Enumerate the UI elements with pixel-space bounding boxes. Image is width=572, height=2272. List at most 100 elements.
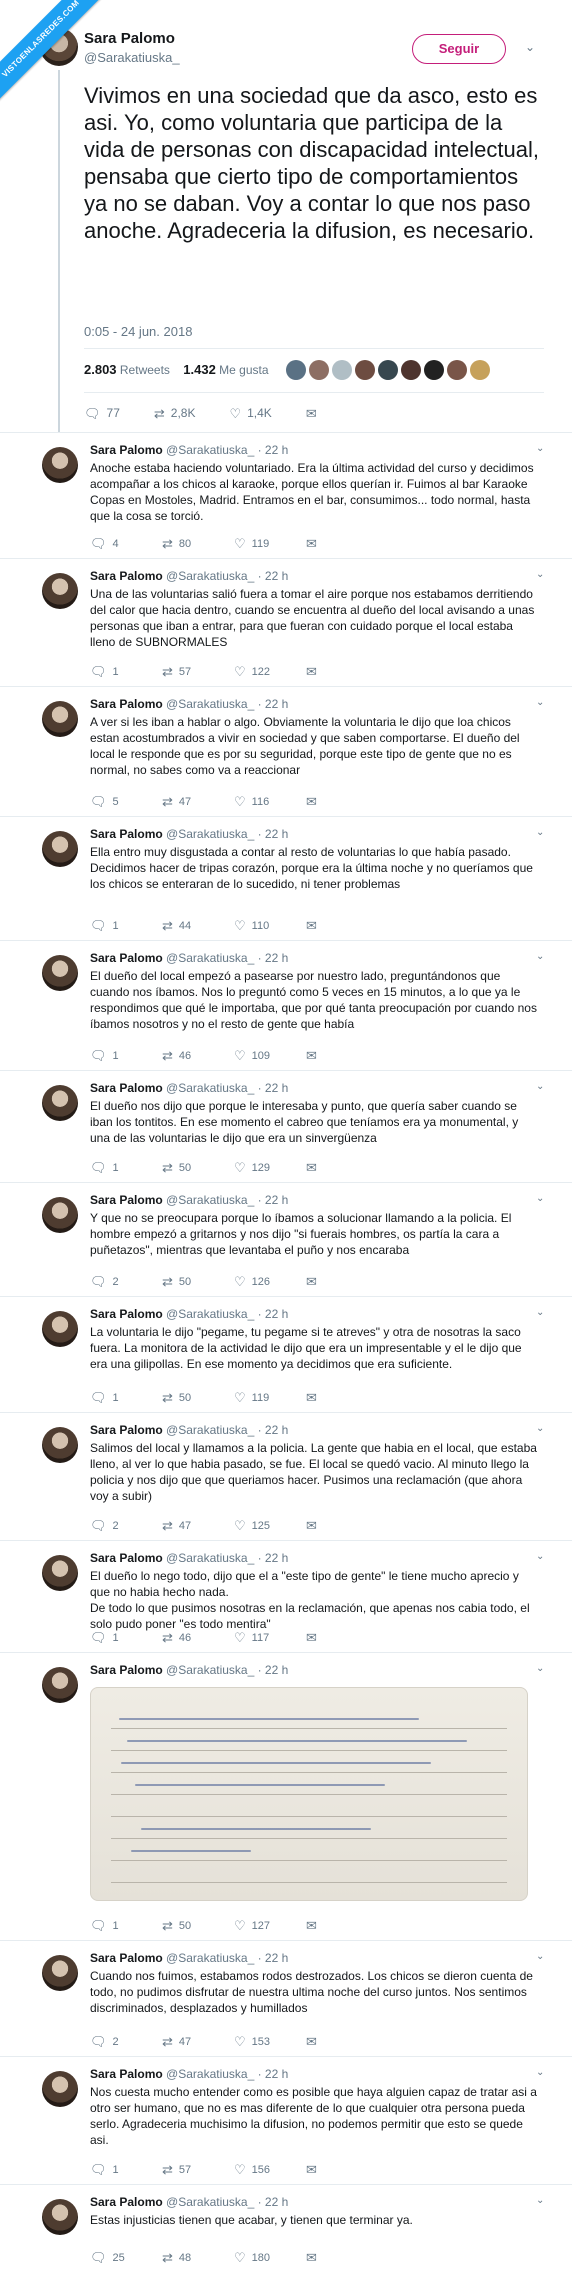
author-meta[interactable]: @Sarakatiuska_ · 22 h [166, 1551, 288, 1565]
tweet-timestamp[interactable]: 0:05 - 24 jun. 2018 [84, 324, 192, 339]
like-button[interactable]: ♡ 127 [234, 1919, 306, 1932]
author-meta[interactable]: @Sarakatiuska_ · 22 h [166, 1307, 288, 1321]
avatar[interactable] [42, 1085, 78, 1121]
author-name[interactable]: Sara Palomo [90, 1663, 163, 1677]
retweet-button[interactable]: ⇄ 47 [162, 1519, 234, 1532]
avatar[interactable] [447, 360, 467, 380]
retweet-button[interactable]: ⇄ 50 [162, 1391, 234, 1404]
author-meta[interactable]: @Sarakatiuska_ · 22 h [166, 827, 288, 841]
retweet-button[interactable]: ⇄ 47 [162, 2035, 234, 2048]
retweet-button[interactable]: ⇄ 44 [162, 919, 234, 932]
avatar[interactable] [42, 2199, 78, 2235]
retweet-button[interactable]: ⇄ 46 [162, 1049, 234, 1062]
like-button[interactable]: ♡ 129 [234, 1161, 306, 1174]
reply-tweet[interactable]: Sara Palomo @Sarakatiuska_ · 22 h ⌄ Una d… [0, 558, 572, 686]
likes-label[interactable]: Me gusta [219, 363, 268, 377]
chevron-down-icon[interactable]: ⌄ [536, 827, 544, 838]
avatar[interactable] [424, 360, 444, 380]
author-meta[interactable]: @Sarakatiuska_ · 22 h [166, 443, 288, 457]
author-name[interactable]: Sara Palomo [90, 1081, 163, 1095]
author-meta[interactable]: @Sarakatiuska_ · 22 h [166, 1193, 288, 1207]
like-button[interactable]: ♡ 117 [234, 1631, 306, 1644]
like-button[interactable]: ♡ 119 [234, 537, 306, 550]
message-button[interactable]: ✉ [306, 537, 378, 550]
message-button[interactable]: ✉ [306, 1391, 378, 1404]
message-button[interactable]: ✉ [306, 406, 317, 420]
reply-button[interactable]: 🗨 1 [90, 2163, 162, 2176]
author-meta[interactable]: @Sarakatiuska_ · 22 h [166, 1081, 288, 1095]
like-button[interactable]: ♡ 110 [234, 919, 306, 932]
message-button[interactable]: ✉ [306, 665, 378, 678]
author-name[interactable]: Sara Palomo [90, 1193, 163, 1207]
reply-tweet[interactable]: Sara Palomo @Sarakatiuska_ · 22 h ⌄ Cuand… [0, 1940, 572, 2056]
author-name[interactable]: Sara Palomo [90, 2067, 163, 2081]
chevron-down-icon[interactable]: ⌄ [536, 1951, 544, 1962]
avatar[interactable] [42, 573, 78, 609]
chevron-down-icon[interactable]: ⌄ [536, 443, 544, 454]
avatar[interactable] [42, 1427, 78, 1463]
like-button[interactable]: ♡ 125 [234, 1519, 306, 1532]
avatar[interactable] [42, 1311, 78, 1347]
chevron-down-icon[interactable]: ⌄ [536, 1551, 544, 1562]
author-name[interactable]: Sara Palomo [90, 697, 163, 711]
message-button[interactable]: ✉ [306, 1631, 378, 1644]
retweet-button[interactable]: ⇄ 47 [162, 795, 234, 808]
chevron-down-icon[interactable]: ⌄ [536, 1193, 544, 1204]
author-name[interactable]: Sara Palomo [84, 30, 175, 47]
author-name[interactable]: Sara Palomo [90, 1551, 163, 1565]
message-button[interactable]: ✉ [306, 795, 378, 808]
reply-tweet[interactable]: Sara Palomo @Sarakatiuska_ · 22 h ⌄ Ella … [0, 816, 572, 940]
reply-tweet[interactable]: Sara Palomo @Sarakatiuska_ · 22 h ⌄ Y que… [0, 1182, 572, 1296]
chevron-down-icon[interactable]: ⌄ [525, 40, 539, 54]
chevron-down-icon[interactable]: ⌄ [536, 951, 544, 962]
reply-button[interactable]: 🗨 2 [90, 1519, 162, 1532]
like-button[interactable]: ♡ 153 [234, 2035, 306, 2048]
chevron-down-icon[interactable]: ⌄ [536, 1423, 544, 1434]
likes-count[interactable]: 1.432 [183, 362, 216, 377]
reply-button[interactable]: 🗨 1 [90, 665, 162, 678]
retweet-button[interactable]: ⇄ 50 [162, 1161, 234, 1174]
reply-button[interactable]: 🗨 4 [90, 537, 162, 550]
retweet-button[interactable]: ⇄ 80 [162, 537, 234, 550]
chevron-down-icon[interactable]: ⌄ [536, 569, 544, 580]
chevron-down-icon[interactable]: ⌄ [536, 1663, 544, 1674]
reply-tweet[interactable]: Sara Palomo @Sarakatiuska_ · 22 h ⌄ El du… [0, 1070, 572, 1182]
avatar[interactable] [42, 2071, 78, 2107]
author-name[interactable]: Sara Palomo [90, 2195, 163, 2209]
message-button[interactable]: ✉ [306, 1919, 378, 1932]
avatar[interactable] [42, 1555, 78, 1591]
reply-tweet[interactable]: Sara Palomo @Sarakatiuska_ · 22 h ⌄ El du… [0, 1540, 572, 1652]
avatar[interactable] [309, 360, 329, 380]
author-meta[interactable]: @Sarakatiuska_ · 22 h [166, 697, 288, 711]
reply-tweet[interactable]: Sara Palomo @Sarakatiuska_ · 22 h ⌄ Estas… [0, 2184, 572, 2272]
message-button[interactable]: ✉ [306, 1049, 378, 1062]
reply-button[interactable]: 🗨 2 [90, 2035, 162, 2048]
reply-button[interactable]: 🗨 5 [90, 795, 162, 808]
retweet-button[interactable]: ⇄ 50 [162, 1919, 234, 1932]
author-name[interactable]: Sara Palomo [90, 951, 163, 965]
retweets-label[interactable]: Retweets [120, 363, 170, 377]
like-button[interactable]: ♡ 119 [234, 1391, 306, 1404]
retweet-button[interactable]: ⇄ 2,8K [154, 406, 196, 420]
reply-tweet[interactable]: Sara Palomo @Sarakatiuska_ · 22 h ⌄ Anoch… [0, 432, 572, 558]
chevron-down-icon[interactable]: ⌄ [536, 1081, 544, 1092]
retweet-button[interactable]: ⇄ 46 [162, 1631, 234, 1644]
reply-tweet[interactable]: Sara Palomo @Sarakatiuska_ · 22 h ⌄ 🗨 1 … [0, 1652, 572, 1940]
reply-tweet[interactable]: Sara Palomo @Sarakatiuska_ · 22 h ⌄ Nos c… [0, 2056, 572, 2184]
reply-button[interactable]: 🗨 1 [90, 1391, 162, 1404]
retweet-button[interactable]: ⇄ 50 [162, 1275, 234, 1288]
avatar[interactable] [42, 701, 78, 737]
avatar[interactable] [42, 1955, 78, 1991]
chevron-down-icon[interactable]: ⌄ [536, 1307, 544, 1318]
avatar[interactable] [401, 360, 421, 380]
reply-tweet[interactable]: Sara Palomo @Sarakatiuska_ · 22 h ⌄ El du… [0, 940, 572, 1070]
retweet-button[interactable]: ⇄ 57 [162, 2163, 234, 2176]
retweet-button[interactable]: ⇄ 48 [162, 2251, 234, 2264]
complaint-form-photo[interactable] [90, 1687, 528, 1901]
author-name[interactable]: Sara Palomo [90, 1307, 163, 1321]
avatar[interactable] [42, 955, 78, 991]
avatar[interactable] [42, 831, 78, 867]
author-meta[interactable]: @Sarakatiuska_ · 22 h [166, 1663, 288, 1677]
like-button[interactable]: ♡ 122 [234, 665, 306, 678]
chevron-down-icon[interactable]: ⌄ [536, 2195, 544, 2206]
